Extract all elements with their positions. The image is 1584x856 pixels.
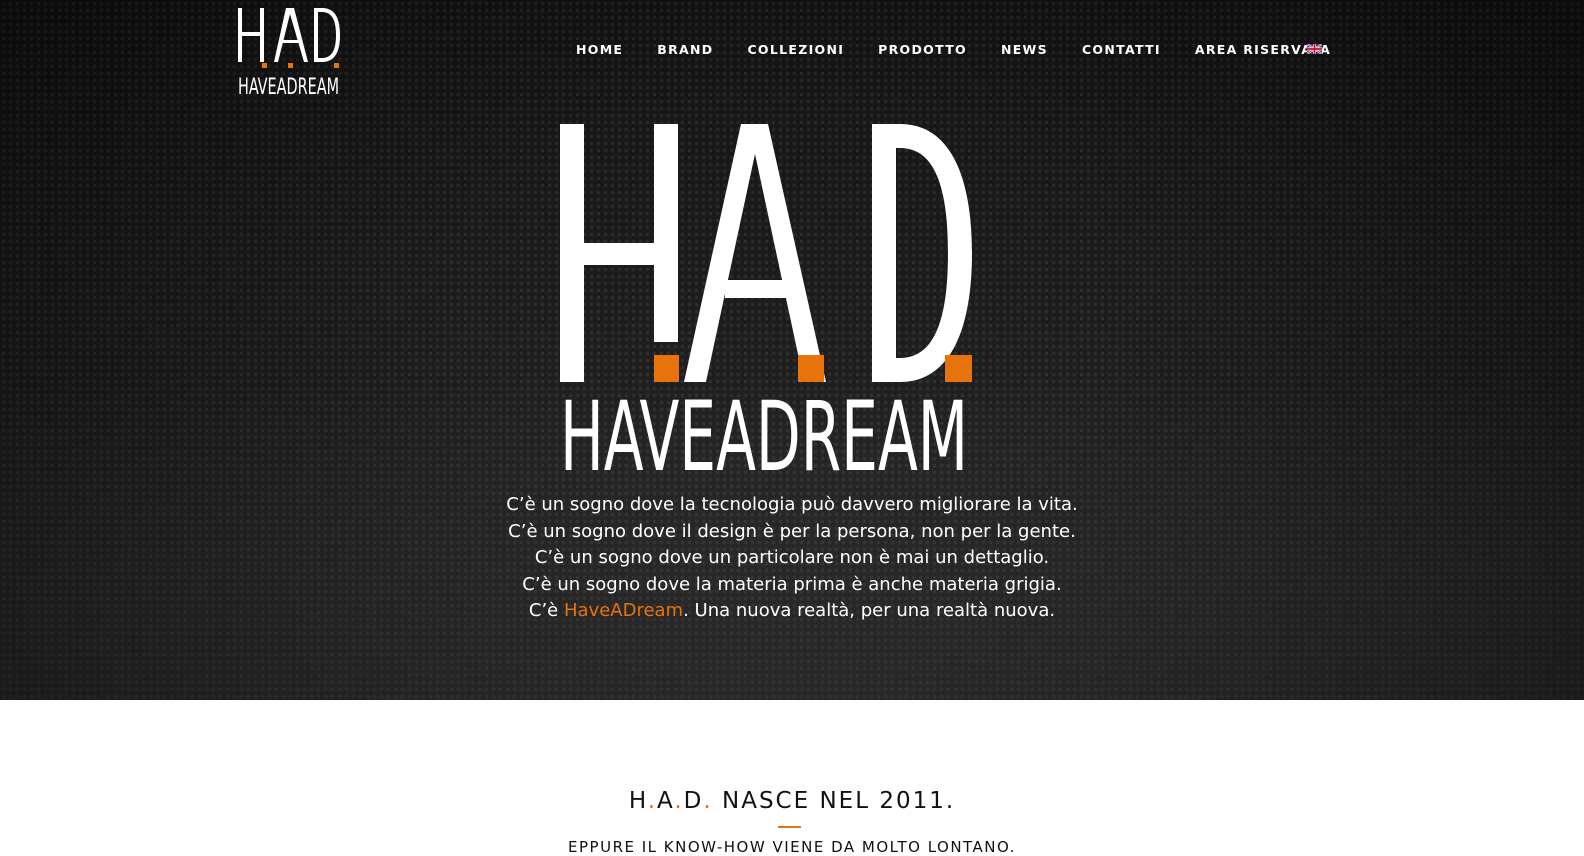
nav-contatti[interactable]: CONTATTI [1082,40,1161,60]
main-nav: HOME BRAND COLLEZIONI PRODOTTO NEWS CONT… [576,40,1365,60]
tagline-line-3: C’è un sogno dove un particolare non è m… [534,547,1050,568]
title-dot: . [647,788,658,814]
site-logo-wordmark: HAVEADREAM [238,75,339,96]
tagline-suffix: . Una nuova realtà, per una realtà nuova… [683,600,1056,621]
hero-tagline: C’è un sogno dove la tecnologia può davv… [292,492,1292,625]
hero-logo-wordmark: HAVEADREAM [560,381,968,485]
nav-prodotto[interactable]: PRODOTTO [878,40,967,60]
nav-home[interactable]: HOME [576,40,623,60]
section-title: H.A.D. NASCE NEL 2011. [0,788,1584,814]
tagline-line-4: C’è un sogno dove la materia prima è anc… [522,573,1062,595]
nav-news[interactable]: NEWS [1001,40,1048,60]
title-dot: . [674,788,684,814]
nav-brand[interactable]: BRAND [657,40,713,60]
site-logo[interactable]: HAVEADREAM [238,6,342,96]
title-letter-a: A [657,788,675,814]
hero-section: HAVEADREAM HOME BRAND COLLEZIONI PRODOTT… [0,0,1584,700]
title-rest: NASCE NEL 2011. [712,788,956,814]
hero-logo: HAVEADREAM [560,124,972,485]
uk-flag-icon[interactable] [1307,44,1322,54]
tagline-line-1: C’è un sogno dove la tecnologia può davv… [506,494,1078,515]
tagline-line-5: C’è HaveADream. Una nuova realtà, per un… [292,598,1292,625]
title-letter-d: D [683,788,704,814]
title-dot: . [703,788,713,814]
section-subtitle: EPPURE IL KNOW-HOW VIENE DA MOLTO LONTAN… [568,838,1016,856]
title-letter-h: H [628,788,648,814]
tagline-prefix: C’è [528,600,564,621]
nav-collezioni[interactable]: COLLEZIONI [747,40,844,60]
tagline-line-2: C’è un sogno dove il design è per la per… [508,520,1076,542]
section-divider [778,826,801,828]
haveadream-link[interactable]: HaveADream [564,600,683,621]
